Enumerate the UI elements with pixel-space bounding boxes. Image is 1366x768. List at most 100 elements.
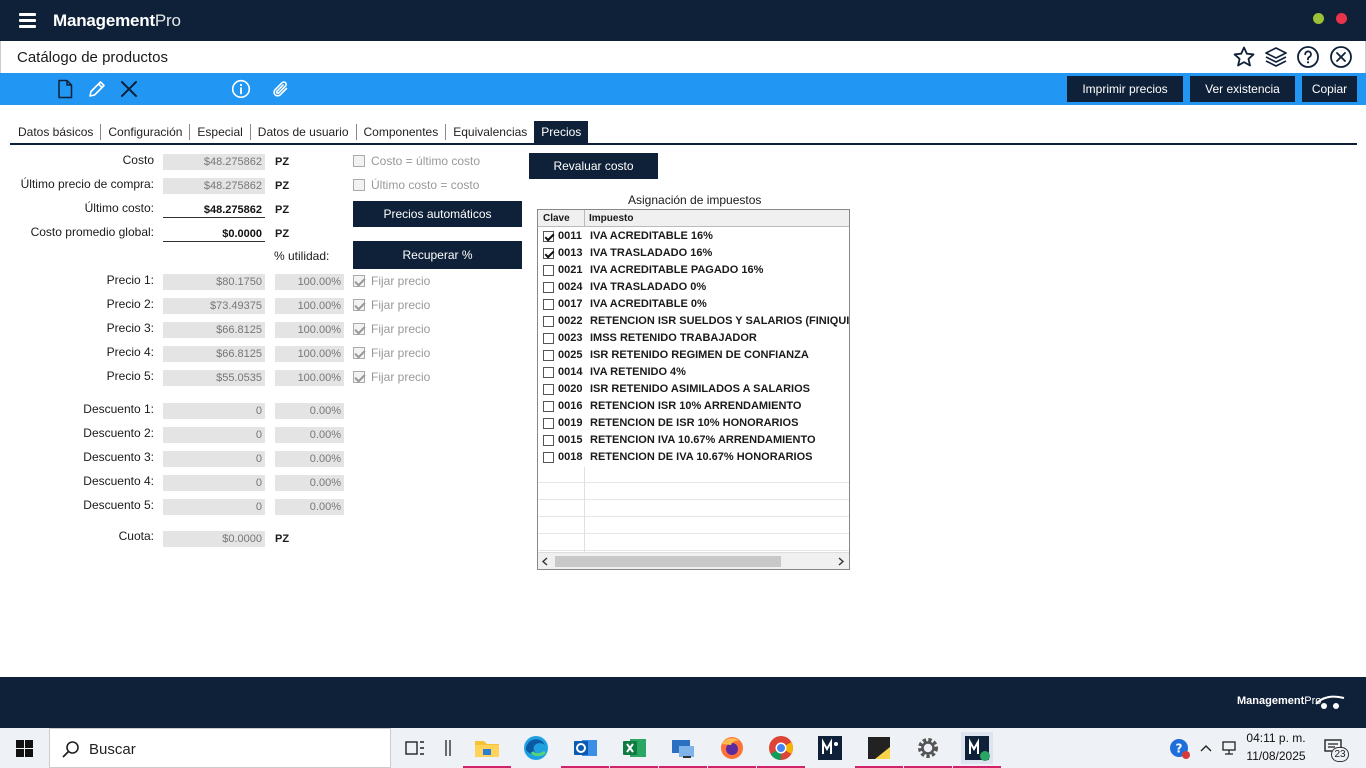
fix-price-checkbox[interactable] [353, 275, 365, 287]
tab-special[interactable]: Especial [189, 124, 249, 140]
tax-row-checkbox[interactable] [543, 435, 554, 446]
fix-price-checkbox[interactable] [353, 299, 365, 311]
network-icon[interactable] [1221, 740, 1239, 756]
management-pro-active-task[interactable] [953, 732, 1001, 768]
tab-prices[interactable]: Precios [534, 121, 589, 143]
tax-row[interactable]: 0014 IVA RETENIDO 4% [538, 364, 849, 381]
recover-percent-button[interactable]: Recuperar % [353, 241, 522, 269]
chrome-task[interactable] [757, 732, 805, 768]
tax-row-checkbox[interactable] [543, 418, 554, 429]
tax-row[interactable]: 0024 IVA TRASLADADO 0% [538, 279, 849, 296]
tax-row[interactable]: 0018 RETENCION DE IVA 10.67% HONORARIOS [538, 449, 849, 466]
outlook-task[interactable] [561, 732, 609, 768]
new-document-icon[interactable] [55, 79, 75, 99]
scroll-right-icon[interactable] [837, 557, 845, 566]
footer-logo-icon [1315, 695, 1345, 709]
tax-name: IVA ACREDITABLE PAGADO 16% [590, 264, 764, 276]
layers-icon[interactable] [1264, 45, 1288, 69]
cost-field: $48.275862 [163, 154, 265, 170]
print-prices-button[interactable]: Imprimir precios [1067, 76, 1183, 102]
info-icon[interactable] [231, 79, 251, 99]
tab-configuration[interactable]: Configuración [100, 124, 189, 140]
tax-row-checkbox[interactable] [543, 452, 554, 463]
tax-row-checkbox[interactable] [543, 350, 554, 361]
tax-row[interactable]: 0011 IVA ACREDITABLE 16% [538, 228, 849, 245]
tax-row[interactable]: 0025 ISR RETENIDO REGIMEN DE CONFIANZA [538, 347, 849, 364]
tax-code: 0022 [558, 315, 583, 327]
hamburger-menu-icon[interactable] [19, 13, 36, 28]
price-label: Precio 5: [106, 369, 154, 383]
close-dot[interactable] [1336, 13, 1347, 24]
fix-price-checkbox[interactable] [353, 371, 365, 383]
tax-row-checkbox[interactable] [543, 248, 554, 259]
attachment-clip-icon[interactable] [271, 79, 291, 99]
help-icon[interactable] [1296, 45, 1320, 69]
price-field: $55.0535 [163, 370, 265, 386]
windows-start-icon[interactable] [16, 740, 33, 757]
tax-row-checkbox[interactable] [543, 401, 554, 412]
edge-task[interactable] [520, 732, 552, 764]
tax-row-checkbox[interactable] [543, 384, 554, 395]
taskbar-search[interactable]: Buscar [49, 728, 391, 768]
col-code-header[interactable]: Clave [543, 213, 570, 224]
cost-eq-last-checkbox[interactable] [353, 155, 365, 167]
clock-time[interactable]: 04:11 p. m. [1245, 731, 1307, 745]
tray-expand-icon[interactable] [1199, 743, 1213, 753]
favorite-star-icon[interactable] [1232, 45, 1256, 69]
tax-row-checkbox[interactable] [543, 316, 554, 327]
scrollbar-thumb[interactable] [555, 556, 781, 567]
file-explorer-task[interactable] [463, 732, 511, 768]
tab-user-data[interactable]: Datos de usuario [249, 124, 356, 140]
col-tax-header[interactable]: Impuesto [589, 213, 633, 224]
minimize-dot[interactable] [1313, 13, 1324, 24]
help-tray-icon[interactable]: ? [1169, 738, 1191, 760]
tax-row-checkbox[interactable] [543, 265, 554, 276]
tax-row[interactable]: 0017 IVA ACREDITABLE 0% [538, 296, 849, 313]
action-toolbar: Imprimir precios Ver existencia Copiar [0, 73, 1366, 105]
view-stock-button[interactable]: Ver existencia [1190, 76, 1295, 102]
tax-row-checkbox[interactable] [543, 231, 554, 242]
revalue-cost-button[interactable]: Revaluar costo [529, 153, 658, 179]
edit-pencil-icon[interactable] [87, 79, 107, 99]
cost-label: Costo [122, 153, 154, 167]
management-pro-task[interactable] [814, 732, 846, 764]
sticky-notes-task[interactable] [855, 732, 903, 768]
tax-row[interactable]: 0022 RETENCION ISR SUELDOS Y SALARIOS (FI… [538, 313, 849, 330]
scroll-left-icon[interactable] [541, 557, 549, 566]
tax-row[interactable]: 0020 ISR RETENIDO ASIMILADOS A SALARIOS [538, 381, 849, 398]
remote-desktop-icon [672, 740, 694, 758]
excel-task[interactable] [610, 732, 658, 768]
price-percent-field: 100.00% [275, 346, 344, 362]
task-view-icon[interactable] [405, 739, 425, 757]
tax-row-checkbox[interactable] [543, 282, 554, 293]
tax-code: 0025 [558, 349, 583, 361]
settings-task[interactable] [904, 732, 952, 768]
tax-row[interactable]: 0015 RETENCION IVA 10.67% ARRENDAMIENTO [538, 432, 849, 449]
copy-button[interactable]: Copiar [1302, 76, 1357, 102]
close-window-icon[interactable] [1329, 45, 1353, 69]
firefox-task[interactable] [708, 732, 756, 768]
discount-percent-field: 0.00% [275, 499, 344, 515]
tax-row[interactable]: 0019 RETENCION DE ISR 10% HONORARIOS [538, 415, 849, 432]
tab-basic-data[interactable]: Datos básicos [10, 124, 100, 140]
fix-price-checkbox[interactable] [353, 347, 365, 359]
clock-date[interactable]: 11/08/2025 [1245, 749, 1307, 763]
remote-desktop-task[interactable] [659, 732, 707, 768]
sticky-note-icon [868, 737, 890, 759]
delete-cross-icon[interactable] [119, 79, 139, 99]
tax-row-checkbox[interactable] [543, 367, 554, 378]
tax-row[interactable]: 0016 RETENCION ISR 10% ARRENDAMIENTO [538, 398, 849, 415]
tax-row[interactable]: 0013 IVA TRASLADADO 16% [538, 245, 849, 262]
tax-row-checkbox[interactable] [543, 299, 554, 310]
tax-row[interactable]: 0021 IVA ACREDITABLE PAGADO 16% [538, 262, 849, 279]
last-cost-input[interactable]: $48.275862 [163, 202, 265, 218]
last-eq-cost-checkbox[interactable] [353, 179, 365, 191]
avg-cost-input[interactable]: $0.0000 [163, 226, 265, 242]
horizontal-scrollbar[interactable] [538, 552, 849, 569]
fix-price-checkbox[interactable] [353, 323, 365, 335]
tab-components[interactable]: Componentes [355, 124, 446, 140]
tab-equivalences[interactable]: Equivalencias [445, 124, 534, 140]
tax-row[interactable]: 0023 IMSS RETENIDO TRABAJADOR [538, 330, 849, 347]
auto-prices-button[interactable]: Precios automáticos [353, 201, 522, 227]
tax-row-checkbox[interactable] [543, 333, 554, 344]
